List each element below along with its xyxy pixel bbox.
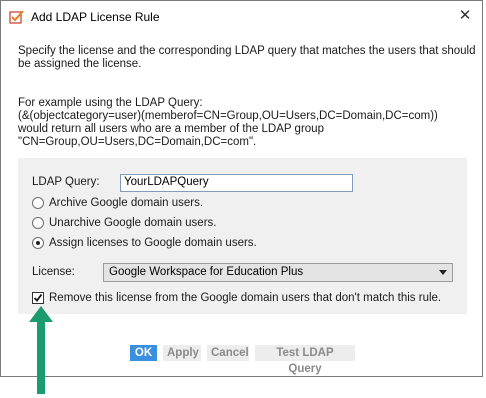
window-title: Add LDAP License Rule bbox=[31, 10, 160, 24]
license-label: License: bbox=[32, 266, 75, 278]
example-result: would return all users who are a member … bbox=[18, 123, 324, 135]
example-group: "CN=Group,OU=Users,DC=Domain,DC=com". bbox=[18, 136, 257, 148]
ldap-query-input[interactable]: YourLDAPQuery bbox=[120, 174, 353, 192]
cancel-button[interactable]: Cancel bbox=[207, 345, 249, 361]
radio-button[interactable] bbox=[32, 197, 44, 209]
radio-button[interactable] bbox=[32, 217, 44, 229]
example-text: For example using the LDAP Query: (&(obj… bbox=[18, 97, 478, 149]
example-query: (&(objectcategory=user)(memberof=CN=Grou… bbox=[18, 110, 438, 122]
checkmark-icon bbox=[33, 293, 43, 302]
close-button[interactable]: ✕ bbox=[456, 6, 474, 26]
annotation-arrow-icon bbox=[29, 306, 53, 394]
instructions-text: Specify the license and the correspondin… bbox=[18, 45, 476, 70]
remove-license-checkbox-label: Remove this license from the Google doma… bbox=[49, 292, 442, 304]
chevron-down-icon bbox=[439, 270, 447, 275]
ok-button[interactable]: OK bbox=[130, 345, 157, 361]
radio-button-selected[interactable] bbox=[32, 237, 44, 249]
ldap-query-label: LDAP Query: bbox=[32, 176, 100, 188]
radio-label: Archive Google domain users. bbox=[49, 197, 204, 209]
apply-button[interactable]: Apply bbox=[163, 345, 201, 361]
radio-label: Assign licenses to Google domain users. bbox=[49, 237, 257, 249]
example-intro: For example using the LDAP Query: bbox=[18, 97, 203, 109]
test-ldap-query-button[interactable]: Test LDAP Query bbox=[255, 345, 355, 375]
title-bar: Add LDAP License Rule ✕ bbox=[1, 1, 482, 32]
remove-license-checkbox[interactable] bbox=[32, 292, 44, 304]
radio-label: Unarchive Google domain users. bbox=[49, 217, 217, 229]
license-select-value: Google Workspace for Education Plus bbox=[109, 266, 304, 278]
rule-settings-panel: LDAP Query: YourLDAPQuery Archive Google… bbox=[18, 158, 467, 314]
edit-check-icon bbox=[9, 9, 25, 25]
license-select[interactable]: Google Workspace for Education Plus bbox=[103, 263, 453, 282]
add-ldap-license-rule-dialog: Add LDAP License Rule ✕ Specify the lice… bbox=[0, 0, 483, 377]
